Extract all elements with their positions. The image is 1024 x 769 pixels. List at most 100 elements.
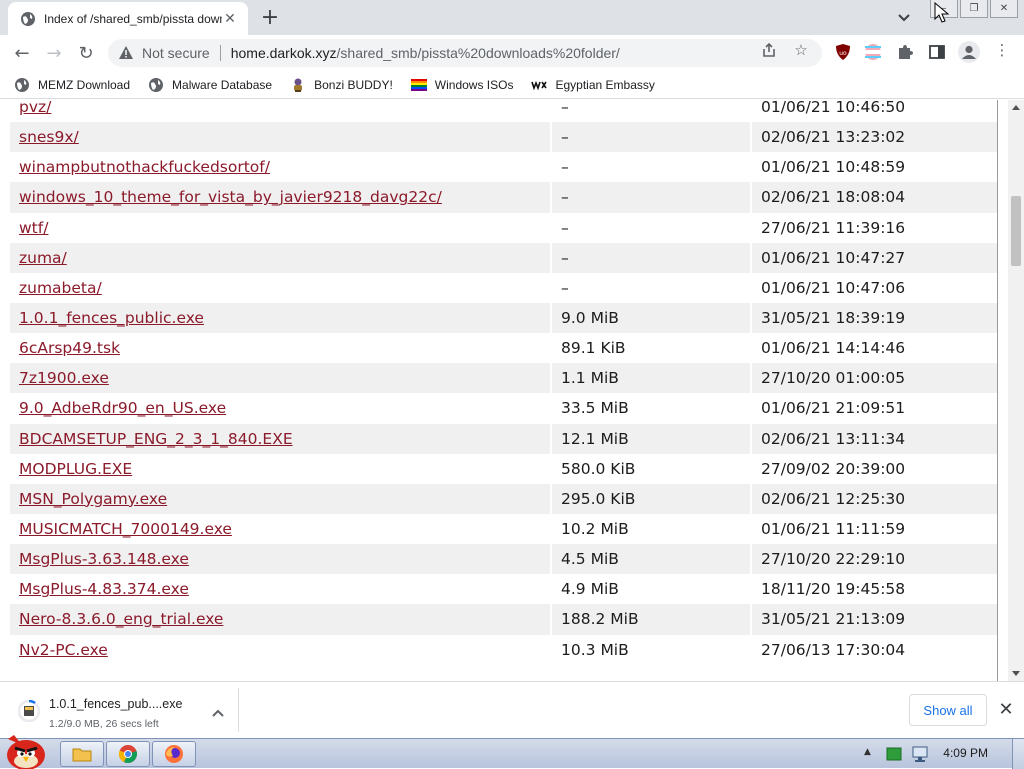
- table-row: MsgPlus-3.63.148.exe 4.5 MiB 27/10/20 22:2…: [10, 544, 998, 575]
- table-row: zuma/ –01/06/21 10:47:27: [10, 242, 998, 273]
- close-download-shelf-icon[interactable]: ✕: [996, 699, 1016, 720]
- file-link[interactable]: MsgPlus-4.83.374.exe: [19, 580, 189, 598]
- file-link[interactable]: snes9x/: [19, 128, 79, 146]
- tab-close-icon[interactable]: ✕: [222, 11, 238, 27]
- file-size-cell: 295.0 KiB: [552, 483, 750, 514]
- table-row: wtf/ – 27/06/21 11:39:16: [10, 213, 998, 243]
- reload-button[interactable]: ↻: [72, 39, 100, 67]
- action-center-icon[interactable]: [886, 747, 902, 761]
- profile-avatar-icon[interactable]: [958, 41, 980, 63]
- mouse-cursor-icon: [934, 2, 950, 23]
- tab-strip: Index of /shared_smb/pissta downloads fo…: [0, 0, 1024, 35]
- taskbar-firefox-button[interactable]: [152, 741, 196, 767]
- file-name-cell: wtf/: [10, 213, 550, 243]
- table-row: Nero-8.3.6.0_eng_trial.exe 188.2 MiB 31/05…: [10, 604, 998, 635]
- pride-extension-icon[interactable]: [864, 43, 882, 61]
- scroll-down-arrow-icon[interactable]: [1012, 669, 1020, 677]
- file-date-cell: 27/09/02 20:39:00: [761, 459, 906, 478]
- download-item[interactable]: 1.0.1_fences_pub....exe 1.2/9.0 MB, 26 s…: [8, 686, 232, 734]
- taskbar-chrome-button[interactable]: [106, 741, 150, 767]
- file-link[interactable]: pvz/: [19, 100, 51, 116]
- file-date-cell: 18/11/20 19:45:58: [761, 580, 906, 599]
- file-link[interactable]: windows_10_theme_for_vista_by_javier9218…: [19, 188, 442, 206]
- file-size-cell: 1.1 MiB: [552, 363, 750, 394]
- file-date-cell: 01/06/21 10:48:59: [761, 158, 906, 177]
- new-tab-button[interactable]: +: [258, 5, 282, 30]
- file-name-cell: snes9x/: [10, 122, 550, 153]
- file-link[interactable]: winampbutnothackfuckedsortof/: [19, 158, 270, 176]
- file-date-cell: 01/06/21 21:09:51: [761, 399, 906, 418]
- url-text[interactable]: home.darkok.xyz/shared_smb/pissta%20down…: [231, 45, 620, 61]
- file-date-cell: 02/06/21 13:11:34: [752, 423, 998, 454]
- maximize-button[interactable]: ❐: [960, 0, 988, 18]
- bookmark-bonzi-buddy[interactable]: Bonzi BUDDY!: [290, 73, 401, 97]
- back-button[interactable]: ←: [8, 39, 36, 67]
- forward-button[interactable]: →: [40, 39, 68, 67]
- browser-menu-icon[interactable]: ⋮: [993, 41, 1011, 59]
- table-row: Nv2-PC.exe 10.3 MiB 27/06/13 17:30:04: [10, 635, 998, 665]
- download-divider: [238, 688, 239, 732]
- bookmark-label: Egyptian Embassy: [555, 77, 655, 92]
- show-desktop-button[interactable]: [1012, 739, 1024, 769]
- start-button-angry-bird-icon[interactable]: [2, 731, 50, 769]
- file-name-cell: winampbutnothackfuckedsortof/: [10, 152, 550, 182]
- file-name-cell: BDCAMSETUP_ENG_2_3_1_840.EXE: [10, 423, 550, 454]
- download-status: 1.2/9.0 MB, 26 secs left: [49, 718, 159, 730]
- firefox-icon: [165, 745, 183, 763]
- file-link[interactable]: 9.0_AdbeRdr90_en_US.exe: [19, 399, 226, 417]
- file-link[interactable]: MsgPlus-3.63.148.exe: [19, 550, 189, 568]
- url-path: /shared_smb/pissta%20downloads%20folder/: [336, 45, 620, 61]
- tray-expand-arrow-icon[interactable]: ▲: [864, 747, 871, 757]
- file-link[interactable]: 7z1900.exe: [19, 369, 109, 387]
- table-row: 9.0_AdbeRdr90_en_US.exe 33.5 MiB 01/06/21 …: [10, 393, 998, 423]
- bookmark-memz[interactable]: MEMZ Download: [14, 73, 138, 97]
- table-row: BDCAMSETUP_ENG_2_3_1_840.EXE 12.1 MiB 02/0…: [10, 423, 998, 454]
- file-link[interactable]: zumabeta/: [19, 279, 102, 297]
- scrollbar-thumb[interactable]: [1011, 196, 1021, 266]
- file-date-cell: 02/06/21 12:25:30: [752, 483, 998, 514]
- file-date-cell: 01/06/21 10:46:50: [761, 100, 906, 117]
- address-bar[interactable]: Not secure home.darkok.xyz/shared_smb/pi…: [108, 39, 822, 67]
- show-all-downloads-button[interactable]: Show all: [909, 694, 987, 726]
- file-date-cell: 27/06/13 17:30:04: [761, 640, 906, 659]
- file-size-cell: 12.1 MiB: [552, 423, 750, 454]
- vertical-scrollbar[interactable]: [1008, 100, 1024, 681]
- puzzle-extensions-icon[interactable]: [896, 43, 914, 61]
- file-date-cell: 27/06/21 11:39:16: [761, 218, 906, 237]
- close-window-button[interactable]: ✕: [990, 0, 1018, 18]
- security-status-label[interactable]: Not secure: [142, 45, 210, 61]
- file-link[interactable]: MSN_Polygamy.exe: [19, 490, 167, 508]
- bookmark-label: MEMZ Download: [38, 77, 131, 92]
- file-name-cell: windows_10_theme_for_vista_by_javier9218…: [10, 182, 550, 213]
- file-link[interactable]: Nv2-PC.exe: [19, 641, 108, 659]
- taskbar-clock[interactable]: 4:09 PM: [943, 746, 988, 760]
- file-link[interactable]: wtf/: [19, 219, 48, 237]
- file-name-cell: 1.0.1_fences_public.exe: [10, 302, 550, 334]
- file-link[interactable]: zuma/: [19, 249, 67, 267]
- file-link[interactable]: Nero-8.3.6.0_eng_trial.exe: [19, 610, 223, 628]
- chevron-up-icon[interactable]: [212, 706, 224, 720]
- tab-search-chevron-icon[interactable]: [894, 8, 914, 28]
- file-link[interactable]: MODPLUG.EXE: [19, 460, 132, 478]
- ublock-shield-icon[interactable]: uo: [834, 43, 852, 61]
- browser-toolbar: ← → ↻ Not secure home.darkok.xyz/shared_…: [0, 35, 1024, 71]
- file-link[interactable]: 1.0.1_fences_public.exe: [19, 309, 204, 327]
- file-size-cell: –: [561, 158, 569, 177]
- browser-tab[interactable]: Index of /shared_smb/pissta downloads fo…: [8, 2, 248, 35]
- file-size-cell: –: [552, 122, 750, 153]
- bookmark-egyptian-embassy[interactable]: Egyptian Embassy: [531, 73, 662, 97]
- share-icon[interactable]: [760, 41, 778, 59]
- file-link[interactable]: BDCAMSETUP_ENG_2_3_1_840.EXE: [19, 430, 293, 448]
- scroll-up-arrow-icon[interactable]: [1012, 103, 1020, 111]
- taskbar-explorer-button[interactable]: [60, 741, 104, 767]
- warning-triangle-icon[interactable]: [118, 45, 134, 61]
- bookmark-windows-isos[interactable]: Windows ISOs: [410, 73, 522, 97]
- file-date-cell: 27/10/20 01:00:05: [752, 363, 998, 394]
- file-link[interactable]: MUSICMATCH_7000149.exe: [19, 520, 232, 538]
- network-icon[interactable]: [910, 745, 930, 763]
- omnibox-separator: [219, 45, 221, 61]
- bookmark-star-icon[interactable]: ☆: [792, 41, 810, 59]
- side-panel-icon[interactable]: [928, 43, 946, 61]
- file-link[interactable]: 6cArsp49.tsk: [19, 339, 120, 357]
- bookmark-malware-database[interactable]: Malware Database: [148, 73, 280, 97]
